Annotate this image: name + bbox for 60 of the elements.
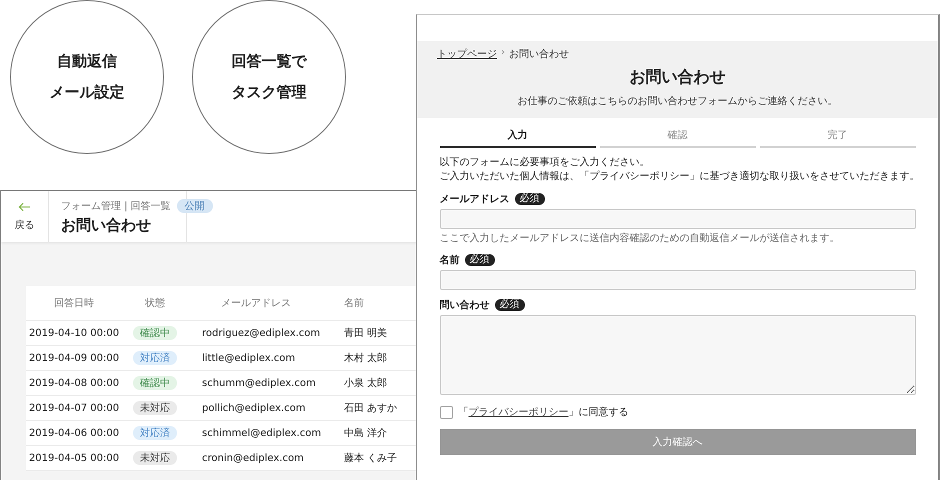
intro-text: ご入力いただいた個人情報は、「プライバシーポリシー」に基づき適切な取り扱いをさせていただきます。: [440, 170, 916, 184]
column-header: 名前: [344, 297, 364, 310]
table-cell: 2019-04-06 00:00: [28, 428, 120, 438]
back-button[interactable]: 戻る: [1, 191, 49, 242]
field-label: 問い合わせ: [440, 298, 490, 312]
table-cell: little@ediplex.com: [202, 352, 296, 364]
table-cell: pollich@ediplex.com: [202, 402, 306, 414]
step-tab[interactable]: 入力: [440, 128, 596, 148]
required-badge: 必須: [464, 254, 494, 266]
status-badge: 確認中: [133, 326, 177, 340]
feature-label: タスク管理: [232, 82, 306, 103]
breadcrumb-current: お問い合わせ: [509, 48, 569, 61]
page-title: お問い合わせ: [61, 216, 152, 235]
status-badge: 未対応: [133, 401, 177, 415]
table-cell: cronin@ediplex.com: [202, 452, 304, 464]
required-badge: 必須: [494, 299, 524, 311]
privacy-policy-link[interactable]: プライバシーポリシー: [468, 407, 568, 418]
table-cell: 2019-04-05 00:00: [28, 452, 120, 464]
table-cell-text: 青田 明美: [344, 326, 388, 340]
breadcrumb-link[interactable]: トップページ: [437, 47, 497, 61]
table-cell-text: 小泉 太郎: [344, 376, 388, 390]
status-badge: 未対応: [133, 451, 177, 465]
column-header: メールアドレス: [221, 297, 291, 310]
table-cell: schimmel@ediplex.com: [202, 428, 322, 438]
page-subtitle: お仕事のご依頼はこちらのお問い合わせフォームからご連絡ください。: [518, 94, 838, 108]
back-arrow-icon: [18, 202, 31, 212]
table-cell: 2019-04-07 00:00: [28, 402, 120, 414]
required-badge: 必須: [514, 193, 544, 205]
table-cell-text: 木村 太郎: [344, 352, 388, 365]
status-badge: 公開: [176, 199, 213, 213]
input-field[interactable]: [440, 270, 916, 290]
feature-label: 自動返信: [57, 50, 117, 72]
status-badge: 対応済: [133, 426, 177, 440]
consent-text: 「プライバシーポリシー」に同意する: [458, 406, 628, 419]
table-cell: 2019-04-10 00:00: [28, 328, 120, 338]
breadcrumb: フォーム管理 | 回答一覧: [61, 200, 171, 213]
table-cell-text: 中島 洋介: [344, 426, 388, 440]
table-cell-text: 藤本 くみ子: [344, 452, 398, 465]
table-cell: rodriguez@ediplex.com: [202, 328, 320, 338]
status-badge: 対応済: [133, 351, 177, 365]
breadcrumb-separator: ›: [501, 47, 505, 60]
intro-text: 以下のフォームに必要事項をご入力ください。: [440, 156, 650, 170]
text-area[interactable]: [440, 315, 916, 395]
page-title: お問い合わせ: [630, 67, 726, 88]
field-hint: ここで入力したメールアドレスに送信内容確認のための自動返信メールが送信されます。: [440, 232, 840, 245]
table-cell: 2019-04-09 00:00: [28, 352, 120, 364]
step-tab[interactable]: 確認: [600, 128, 756, 148]
checkbox[interactable]: [440, 406, 452, 418]
feature-label: 回答一覧で: [232, 50, 306, 72]
step-tab[interactable]: 完了: [760, 128, 916, 148]
field-label: メールアドレス: [440, 193, 510, 206]
table-cell: schumm@ediplex.com: [202, 378, 316, 388]
column-header: 状態: [145, 296, 165, 310]
feature-label: メール設定: [50, 82, 124, 103]
status-badge: 確認中: [133, 376, 177, 390]
table-cell: 2019-04-08 00:00: [28, 378, 120, 388]
column-header: 回答日時: [54, 296, 94, 310]
input-field[interactable]: [440, 209, 916, 229]
field-label: 名前: [440, 254, 460, 267]
table-cell-text: 石田 あすか: [344, 402, 398, 415]
